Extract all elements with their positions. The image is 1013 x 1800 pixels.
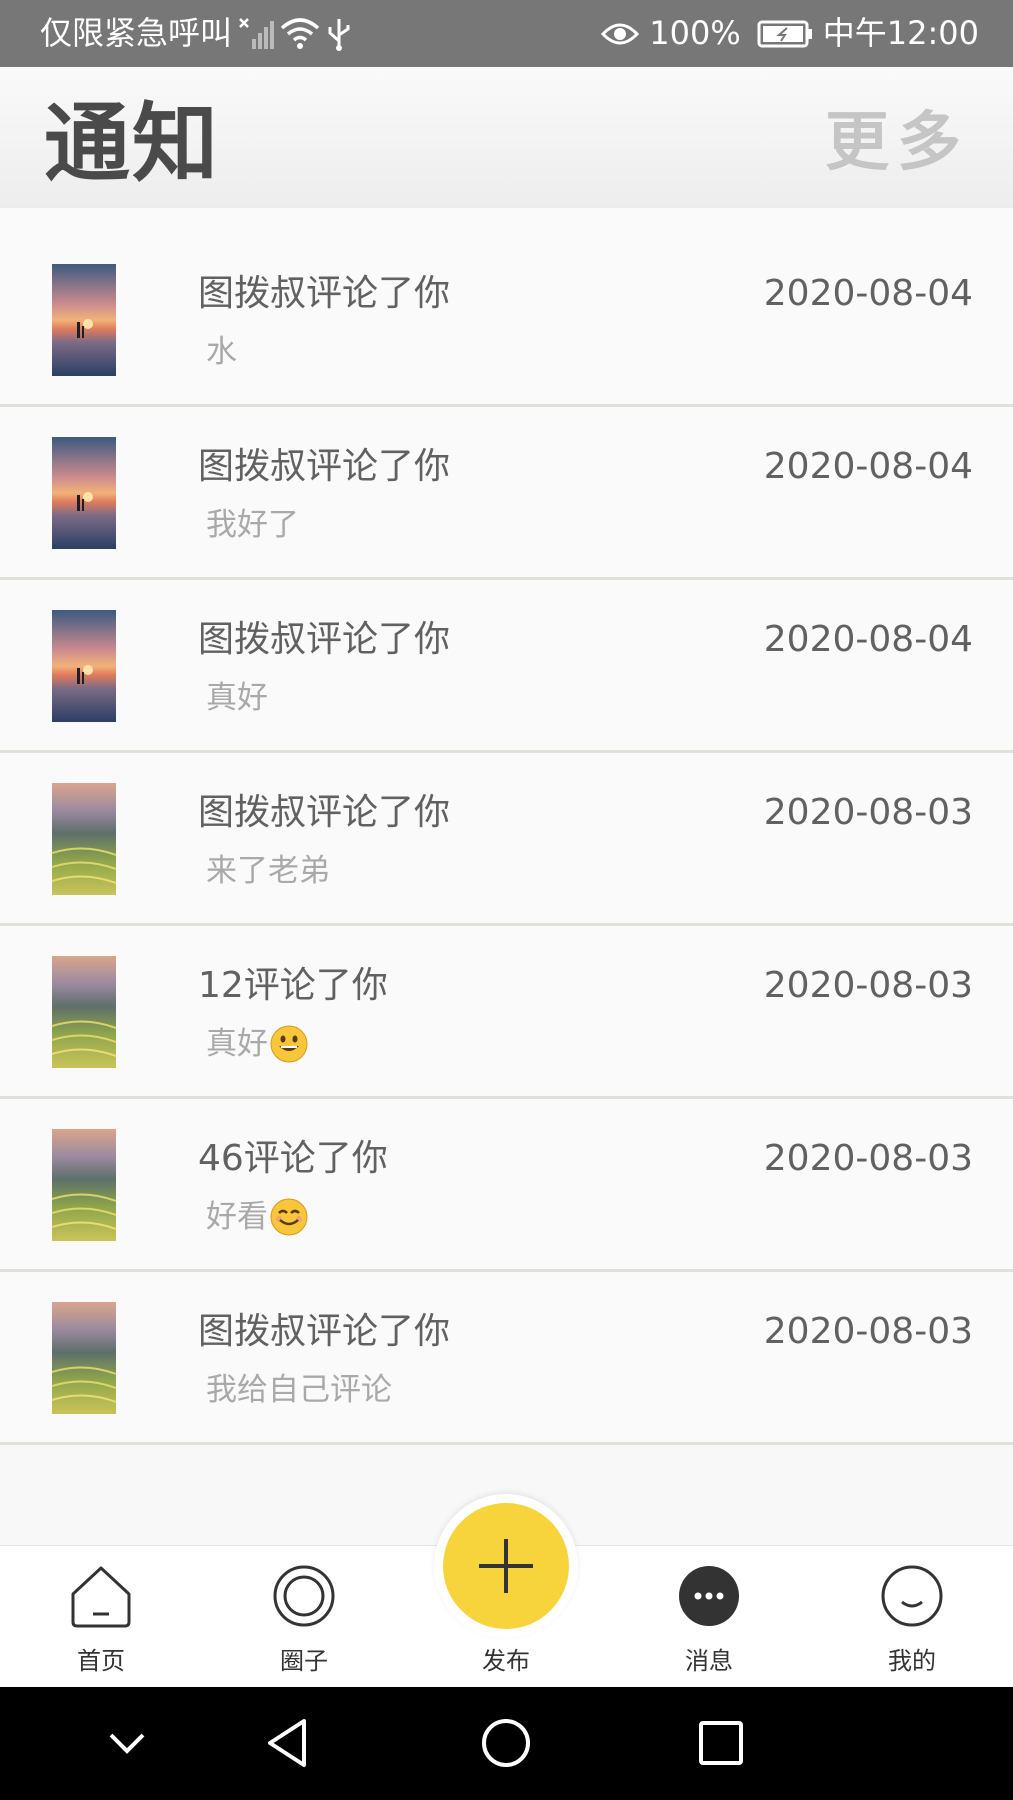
- publish-button-ring: [434, 1494, 578, 1638]
- notification-body-text: 好看: [206, 1199, 268, 1235]
- circle-icon: [273, 1565, 335, 1627]
- message-icon: [679, 1566, 739, 1626]
- list-item[interactable]: 图拨叔评论了你 2020-08-04 我好了: [0, 407, 1013, 580]
- notification-body-text: 来了老弟: [206, 853, 330, 889]
- plus-icon: [479, 1539, 533, 1593]
- clock: 中午12:00: [822, 14, 979, 52]
- header: 通知 更多: [0, 67, 1013, 208]
- publish-button[interactable]: [443, 1503, 569, 1629]
- notification-body-text: 真好: [206, 680, 268, 716]
- nav-item-profile[interactable]: 我的: [842, 1546, 982, 1688]
- beach-sunset-image: [52, 437, 116, 549]
- home-icon: [71, 1566, 131, 1628]
- notification-body-text: 我给自己评论: [206, 1372, 392, 1408]
- nav-item-messages[interactable]: 消息: [639, 1546, 779, 1688]
- chevron-down-icon[interactable]: [97, 1713, 157, 1773]
- terrace-landscape-image: [52, 1302, 116, 1414]
- nav-label-profile: 我的: [888, 1647, 936, 1675]
- list-item[interactable]: 图拨叔评论了你 2020-08-04 真好: [0, 580, 1013, 753]
- nav-label-home: 首页: [77, 1647, 125, 1675]
- notification-title: 图拨叔评论了你: [198, 619, 451, 660]
- list-item[interactable]: 12评论了你 2020-08-03 真好: [0, 926, 1013, 1099]
- no-sim-icon: [238, 17, 275, 51]
- page-title: 通知: [44, 94, 220, 194]
- terrace-landscape-image: [52, 1129, 116, 1241]
- notification-body: 来了老弟: [206, 851, 330, 891]
- notification-body: 我给自己评论: [206, 1370, 392, 1410]
- home-circle-icon[interactable]: [476, 1713, 536, 1773]
- smiling-emoji: [270, 1198, 308, 1236]
- notification-date: 2020-08-04: [763, 446, 973, 487]
- notification-date: 2020-08-03: [763, 792, 973, 833]
- eye-icon: [601, 20, 640, 48]
- notification-date: 2020-08-03: [763, 965, 973, 1006]
- nav-item-home[interactable]: 首页: [31, 1546, 171, 1688]
- nav-label-messages: 消息: [685, 1647, 733, 1675]
- list-item[interactable]: 图拨叔评论了你 2020-08-03 来了老弟: [0, 753, 1013, 926]
- notification-date: 2020-08-04: [763, 619, 973, 660]
- system-nav-bar: [0, 1687, 1013, 1800]
- notification-body: 真好: [206, 1024, 308, 1064]
- recents-icon[interactable]: [691, 1713, 751, 1773]
- list-item[interactable]: 46评论了你 2020-08-03 好看: [0, 1099, 1013, 1272]
- notification-body: 真好: [206, 678, 268, 718]
- notification-title: 46评论了你: [198, 1138, 388, 1179]
- notification-body: 水: [206, 332, 237, 372]
- notification-list: 图拨叔评论了你 2020-08-04 水图拨叔评论了你 2020-08-04 我好了 图拨…: [0, 208, 1013, 1445]
- notification-body-text: 水: [206, 334, 237, 370]
- list-item[interactable]: 图拨叔评论了你 2020-08-04 水: [0, 208, 1013, 407]
- notification-body: 好看: [206, 1197, 308, 1237]
- battery-percent: 100%: [649, 14, 741, 52]
- notification-date: 2020-08-04: [763, 273, 973, 314]
- grinning-emoji: [270, 1025, 308, 1063]
- nav-item-circle[interactable]: 圈子: [234, 1546, 374, 1688]
- back-icon[interactable]: [260, 1713, 320, 1773]
- beach-sunset-image: [52, 264, 116, 376]
- notification-date: 2020-08-03: [763, 1138, 973, 1179]
- notification-title: 图拨叔评论了你: [198, 446, 451, 487]
- nav-label-publish: 发布: [482, 1647, 530, 1675]
- profile-icon: [881, 1565, 943, 1627]
- battery-icon: [757, 19, 813, 49]
- terrace-landscape-image: [52, 956, 116, 1068]
- notification-body-text: 真好: [206, 1026, 268, 1062]
- notification-title: 图拨叔评论了你: [198, 792, 451, 833]
- more-button[interactable]: 更多: [825, 103, 969, 183]
- notification-date: 2020-08-03: [763, 1311, 973, 1352]
- notification-title: 12评论了你: [198, 965, 388, 1006]
- notification-title: 图拨叔评论了你: [198, 273, 451, 314]
- notification-body-text: 我好了: [206, 507, 299, 543]
- status-bar: 仅限紧急呼叫 100% 中午12:00: [0, 0, 1013, 67]
- carrier-text: 仅限紧急呼叫: [40, 14, 233, 52]
- terrace-landscape-image: [52, 783, 116, 895]
- notification-body: 我好了: [206, 505, 299, 545]
- nav-label-circle: 圈子: [280, 1647, 328, 1675]
- list-item[interactable]: 图拨叔评论了你 2020-08-03 我给自己评论: [0, 1272, 1013, 1445]
- wifi-icon: [280, 17, 320, 50]
- notification-title: 图拨叔评论了你: [198, 1311, 451, 1352]
- beach-sunset-image: [52, 610, 116, 722]
- usb-icon: [326, 17, 352, 51]
